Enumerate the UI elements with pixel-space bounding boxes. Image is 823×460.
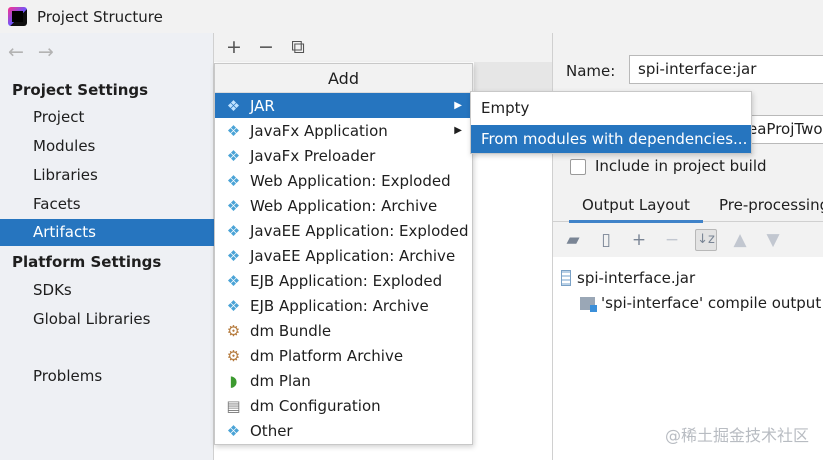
sort-elements-icon[interactable]: ↓z bbox=[695, 229, 717, 251]
output-layout-toolbar: ▰ ▯ + − ↓z ▲ ▼ bbox=[553, 223, 823, 257]
create-archive-icon[interactable]: ▯ bbox=[596, 230, 616, 250]
menu-item-label: Web Application: Exploded bbox=[250, 171, 451, 190]
menu-item-ejb-exploded[interactable]: ❖ EJB Application: Exploded bbox=[215, 268, 472, 293]
menu-item-javaee-exploded[interactable]: ❖ JavaEE Application: Exploded bbox=[215, 218, 472, 243]
dm-config-icon: ▤ bbox=[226, 396, 241, 415]
add-icon[interactable]: + bbox=[224, 38, 244, 57]
menu-item-dm-bundle[interactable]: ⚙ dm Bundle bbox=[215, 318, 472, 343]
copy-icon[interactable]: ⧉ bbox=[288, 38, 308, 57]
menu-item-dm-plan[interactable]: ◗ dm Plan bbox=[215, 368, 472, 393]
tree-item-jar[interactable]: spi-interface.jar bbox=[561, 269, 695, 287]
name-label: Name: bbox=[566, 62, 616, 80]
tree-item-compile-output[interactable]: 'spi-interface' compile output bbox=[580, 294, 821, 312]
sidebar-item-artifacts[interactable]: Artifacts bbox=[0, 219, 214, 246]
menu-item-ejb-archive[interactable]: ❖ EJB Application: Archive bbox=[215, 293, 472, 318]
jar-icon bbox=[561, 270, 571, 286]
sidebar-item-problems[interactable]: Problems bbox=[0, 363, 214, 390]
module-output-icon bbox=[580, 296, 597, 312]
remove-icon[interactable]: − bbox=[662, 230, 682, 250]
menu-item-label: JAR bbox=[250, 96, 275, 115]
sidebar-item-sdks[interactable]: SDKs bbox=[0, 277, 214, 304]
sidebar-item-libraries[interactable]: Libraries bbox=[0, 162, 214, 189]
menu-item-web-app-archive[interactable]: ❖ Web Application: Archive bbox=[215, 193, 472, 218]
other-icon: ❖ bbox=[226, 421, 241, 440]
platform-settings-header: Platform Settings bbox=[12, 253, 162, 271]
tab-pre-processing[interactable]: Pre-processing bbox=[719, 196, 823, 214]
sidebar: ← → Project Settings Project Modules Lib… bbox=[0, 33, 214, 460]
tree-item-label: 'spi-interface' compile output bbox=[601, 294, 822, 312]
sidebar-item-global-libraries[interactable]: Global Libraries bbox=[0, 306, 214, 333]
menu-item-dm-configuration[interactable]: ▤ dm Configuration bbox=[215, 393, 472, 418]
title-bar: Project Structure bbox=[0, 0, 823, 33]
tab-output-layout[interactable]: Output Layout bbox=[569, 196, 703, 223]
add-copy-of-icon[interactable]: + bbox=[629, 230, 649, 250]
remove-icon[interactable]: − bbox=[256, 38, 276, 57]
menu-item-label: EJB Application: Exploded bbox=[250, 271, 443, 290]
include-in-build-label: Include in project build bbox=[595, 157, 767, 175]
dm-plan-icon: ◗ bbox=[229, 371, 238, 390]
back-arrow-icon[interactable]: ← bbox=[8, 41, 24, 63]
jar-icon: ❖ bbox=[226, 96, 241, 115]
project-settings-header: Project Settings bbox=[12, 81, 149, 99]
dm-bundle-icon: ⚙ bbox=[226, 321, 241, 340]
name-field[interactable]: spi-interface:jar bbox=[629, 55, 823, 84]
javaee-icon: ❖ bbox=[226, 246, 241, 265]
javaee-icon: ❖ bbox=[226, 221, 241, 240]
intellij-logo-icon bbox=[8, 7, 27, 26]
sidebar-item-facets[interactable]: Facets bbox=[0, 191, 214, 218]
submenu-item-from-modules[interactable]: From modules with dependencies... bbox=[471, 125, 751, 153]
ejb-icon: ❖ bbox=[226, 296, 241, 315]
forward-arrow-icon[interactable]: → bbox=[38, 41, 54, 63]
move-up-icon[interactable]: ▲ bbox=[730, 230, 750, 250]
tree-item-label: spi-interface.jar bbox=[577, 269, 696, 287]
menu-item-label: dm Configuration bbox=[250, 396, 381, 415]
menu-item-label: JavaEE Application: Archive bbox=[250, 246, 456, 265]
menu-item-label: JavaEE Application: Exploded bbox=[250, 221, 469, 240]
menu-item-label: JavaFx Preloader bbox=[250, 146, 376, 165]
menu-item-javafx-preloader[interactable]: ❖ JavaFx Preloader bbox=[215, 143, 472, 168]
artifacts-toolbar: + − ⧉ bbox=[214, 33, 552, 62]
sidebar-item-modules[interactable]: Modules bbox=[0, 133, 214, 160]
menu-item-dm-platform-archive[interactable]: ⚙ dm Platform Archive bbox=[215, 343, 472, 368]
menu-item-web-app-exploded[interactable]: ❖ Web Application: Exploded bbox=[215, 168, 472, 193]
menu-item-javaee-archive[interactable]: ❖ JavaEE Application: Archive bbox=[215, 243, 472, 268]
sidebar-item-project[interactable]: Project bbox=[0, 104, 214, 131]
menu-item-label: EJB Application: Archive bbox=[250, 296, 429, 315]
menu-item-label: JavaFx Application bbox=[250, 121, 388, 140]
add-artifact-menu: Add ❖ JAR ▶ ❖ JavaFx Application ▶ ❖ Jav… bbox=[214, 63, 473, 445]
menu-item-label: Other bbox=[250, 421, 293, 440]
web-app-icon: ❖ bbox=[226, 171, 241, 190]
include-in-build-checkbox[interactable] bbox=[570, 159, 586, 175]
move-down-icon[interactable]: ▼ bbox=[763, 230, 783, 250]
dm-platform-icon: ⚙ bbox=[226, 346, 241, 365]
submenu-arrow-icon: ▶ bbox=[454, 125, 462, 136]
watermark: @稀土掘金技术社区 bbox=[664, 426, 809, 445]
jar-submenu: Empty From modules with dependencies... bbox=[470, 91, 752, 154]
menu-item-jar[interactable]: ❖ JAR ▶ bbox=[215, 93, 472, 118]
menu-item-other[interactable]: ❖ Other bbox=[215, 418, 472, 443]
menu-item-label: dm Plan bbox=[250, 371, 311, 390]
menu-item-label: dm Bundle bbox=[250, 321, 332, 340]
javafx-icon: ❖ bbox=[226, 146, 241, 165]
menu-item-label: Web Application: Archive bbox=[250, 196, 438, 215]
details-tabs: Output Layout Pre-processing bbox=[553, 190, 823, 223]
artifact-list-row[interactable] bbox=[474, 62, 552, 92]
window-title: Project Structure bbox=[37, 7, 163, 26]
menu-item-label: dm Platform Archive bbox=[250, 346, 404, 365]
new-directory-icon[interactable]: ▰ bbox=[563, 230, 583, 250]
nav-arrows: ← → bbox=[8, 41, 54, 63]
ejb-icon: ❖ bbox=[226, 271, 241, 290]
submenu-item-empty[interactable]: Empty bbox=[471, 94, 751, 122]
web-app-icon: ❖ bbox=[226, 196, 241, 215]
menu-item-javafx-application[interactable]: ❖ JavaFx Application ▶ bbox=[215, 118, 472, 143]
javafx-icon: ❖ bbox=[226, 121, 241, 140]
submenu-arrow-icon: ▶ bbox=[454, 100, 462, 111]
menu-title: Add bbox=[215, 64, 472, 93]
